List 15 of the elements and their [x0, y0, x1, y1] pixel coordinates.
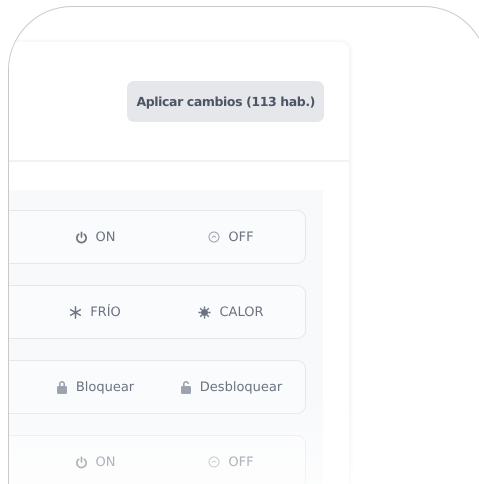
power-icon: [74, 230, 88, 244]
sun-icon: [198, 306, 212, 318]
lock-icon: [56, 380, 68, 394]
circle-icon: [208, 456, 220, 468]
circle-icon: [208, 231, 220, 243]
option-button[interactable]: ON: [9, 211, 157, 263]
apply-changes-button[interactable]: Aplicar cambios (113 hab.): [127, 80, 324, 122]
option-button[interactable]: Desbloquear: [157, 361, 305, 413]
unlocked-lock-icon: [180, 380, 192, 394]
power-icon: [74, 456, 88, 468]
option-button[interactable]: CALOR: [157, 286, 305, 338]
option-button[interactable]: Bloquear: [9, 361, 157, 413]
option-button[interactable]: OFF: [157, 211, 305, 263]
snowflake-icon: [69, 306, 82, 318]
option-button[interactable]: FRÍO: [9, 286, 157, 338]
